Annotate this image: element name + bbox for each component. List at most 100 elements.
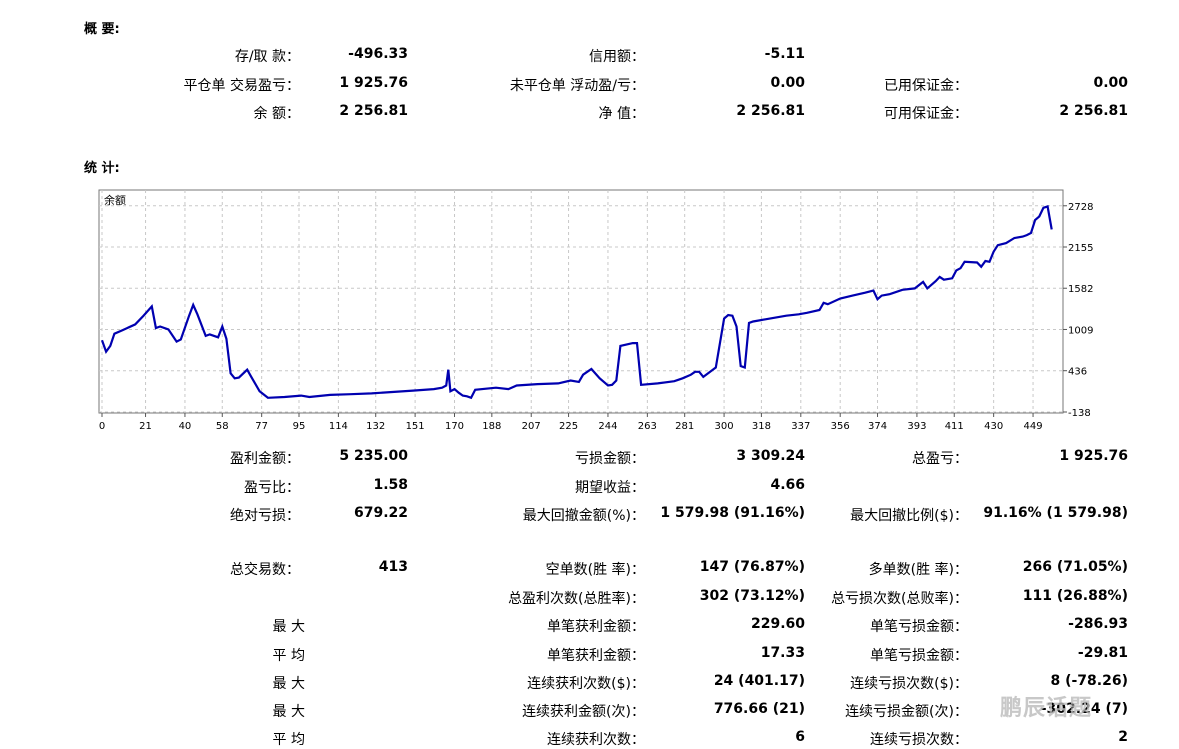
- summary-label: 净 值：: [598, 106, 645, 122]
- stats-label: 总交易数：: [230, 562, 300, 578]
- stats-label: 盈亏比：: [244, 480, 300, 496]
- stats-value: 776.66 (21): [713, 701, 805, 717]
- stats-value: 3 309.24: [736, 448, 805, 464]
- y-tick-label: 2728: [1068, 202, 1093, 213]
- stats-value: 4.66: [770, 477, 805, 493]
- stats-title: 统 计:: [84, 161, 120, 176]
- summary-label: 可用保证金：: [884, 106, 968, 122]
- stats-value: 91.16% (1 579.98): [983, 505, 1128, 521]
- stats-label: 最 大: [272, 619, 305, 635]
- summary-label: 信用额：: [589, 49, 645, 65]
- stats-value: -29.81: [1077, 645, 1128, 661]
- x-tick-label: 40: [179, 421, 192, 432]
- y-tick-label: 2155: [1068, 243, 1093, 254]
- x-tick-label: 207: [522, 421, 541, 432]
- stats-value: 24 (401.17): [713, 673, 805, 689]
- stats-label: 连续亏损次数：: [870, 732, 968, 748]
- summary-value: 2 256.81: [339, 103, 408, 119]
- stats-value: 17.33: [760, 645, 805, 661]
- watermark: 鹏辰话题: [1000, 696, 1093, 721]
- chart-legend: 余额: [104, 193, 126, 207]
- stats-label: 平 均: [272, 732, 305, 748]
- stats-value: 266 (71.05%): [1022, 559, 1128, 575]
- x-tick-label: 337: [791, 421, 810, 432]
- stats-value: 6: [795, 729, 805, 745]
- stats-label: 连续亏损次数($)：: [850, 676, 968, 692]
- x-tick-label: 58: [216, 421, 229, 432]
- stats-label: 单笔获利金额：: [547, 648, 645, 664]
- y-tick-label: 1009: [1068, 325, 1093, 336]
- x-tick-label: 21: [139, 421, 152, 432]
- stats-value: 413: [378, 559, 408, 575]
- balance-chart: 0 21 40 58 77 95 114 132 151 170 188 207 225 244 263 28…: [98, 189, 1093, 432]
- x-tick-label: 170: [445, 421, 464, 432]
- summary-value: 0.00: [770, 75, 805, 91]
- summary-label: 存/取 款：: [234, 49, 300, 65]
- x-tick-label: 114: [329, 421, 348, 432]
- summary-label: 已用保证金：: [884, 78, 968, 94]
- stats-label: 多单数(胜 率)：: [868, 562, 968, 578]
- stats-label: 亏损金额：: [575, 451, 645, 467]
- stats-value: 111 (26.88%): [1022, 588, 1128, 604]
- x-tick-label: 430: [984, 421, 1003, 432]
- y-tick-label: -138: [1068, 408, 1091, 419]
- stats-label: 连续亏损金额(次)：: [845, 704, 968, 720]
- stats-label: 空单数(胜 率)：: [545, 562, 645, 578]
- summary-value: 2 256.81: [736, 103, 805, 119]
- stats-label: 单笔亏损金额：: [870, 619, 968, 635]
- stats-label: 平 均: [272, 648, 305, 664]
- stats-label: 最 大: [272, 676, 305, 692]
- stats-label: 最大回撤金额(%)：: [522, 508, 645, 524]
- stats-value: 147 (76.87%): [699, 559, 805, 575]
- stats-value: 1 925.76: [1059, 448, 1128, 464]
- summary-label: 余 额：: [253, 106, 300, 122]
- x-tick-label: 95: [293, 421, 306, 432]
- stats-label: 绝对亏损：: [230, 508, 300, 524]
- stats-value: 2: [1118, 729, 1128, 745]
- summary-title: 概 要:: [84, 22, 120, 37]
- summary-label: 未平仓单 浮动盈/亏：: [509, 78, 645, 94]
- x-tick-label: 132: [366, 421, 385, 432]
- x-tick-label: 225: [559, 421, 578, 432]
- stats-label: 连续获利次数($)：: [527, 676, 645, 692]
- summary-value: 1 925.76: [339, 75, 408, 91]
- stats-label: 盈利金额：: [230, 451, 300, 467]
- x-tick-label: 263: [638, 421, 657, 432]
- x-tick-label: 411: [945, 421, 964, 432]
- x-tick-label: 374: [868, 421, 887, 432]
- stats-label: 总盈亏：: [912, 451, 968, 467]
- stats-label: 总盈利次数(总胜率)：: [508, 591, 645, 607]
- stats-value: 1 579.98 (91.16%): [660, 505, 805, 521]
- stats-label: 连续获利次数：: [547, 732, 645, 748]
- stats-value: 679.22: [353, 505, 408, 521]
- x-tick-label: 77: [255, 421, 268, 432]
- x-tick-label: 318: [752, 421, 771, 432]
- stats-value: 8 (-78.26): [1050, 673, 1128, 689]
- x-tick-label: 0: [99, 421, 105, 432]
- stats-label: 总亏损次数(总败率)：: [831, 591, 968, 607]
- stats-label: 单笔亏损金额：: [870, 648, 968, 664]
- stats-label: 最 大: [272, 704, 305, 720]
- x-tick-label: 300: [715, 421, 734, 432]
- x-tick-label: 393: [907, 421, 926, 432]
- y-tick-label: 1582: [1068, 284, 1093, 295]
- summary-value: 0.00: [1093, 75, 1128, 91]
- summary-label: 平仓单 交易盈亏：: [183, 78, 300, 94]
- y-tick-label: 436: [1068, 367, 1087, 378]
- stats-value: 5 235.00: [339, 448, 408, 464]
- x-tick-label: 281: [675, 421, 694, 432]
- stats-value: 302 (73.12%): [699, 588, 805, 604]
- x-tick-label: 244: [598, 421, 617, 432]
- summary-value: 2 256.81: [1059, 103, 1128, 119]
- x-tick-label: 188: [482, 421, 501, 432]
- x-tick-label: 449: [1023, 421, 1042, 432]
- stats-value: 1.58: [373, 477, 408, 493]
- summary-value: -5.11: [764, 46, 805, 62]
- stats-label: 期望收益：: [575, 480, 645, 496]
- x-tick-label: 356: [831, 421, 850, 432]
- stats-label: 单笔获利金额：: [547, 619, 645, 635]
- stats-value: -286.93: [1068, 616, 1128, 632]
- x-tick-label: 151: [406, 421, 425, 432]
- summary-value: -496.33: [348, 46, 408, 62]
- stats-value: 229.60: [750, 616, 805, 632]
